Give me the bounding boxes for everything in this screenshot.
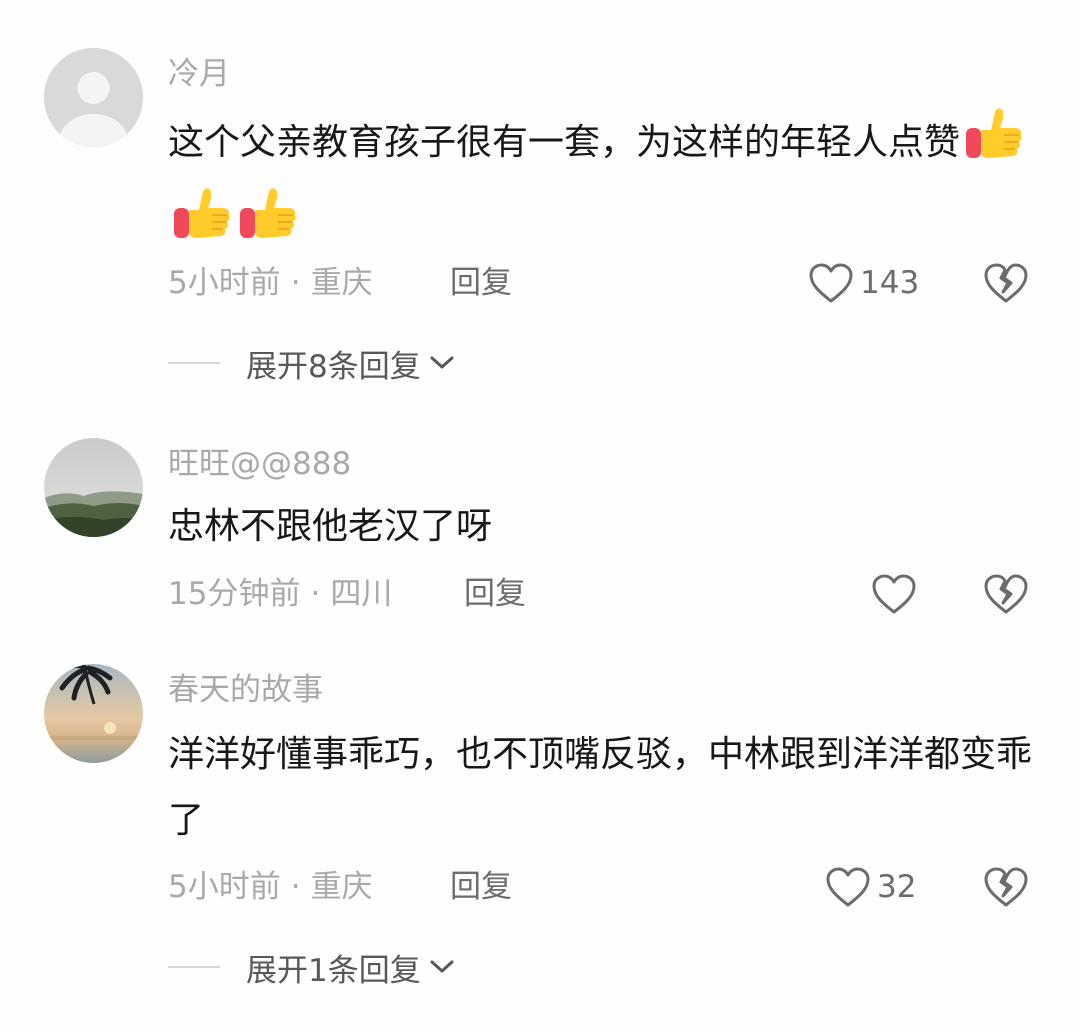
meta-separator: · — [290, 265, 301, 301]
expand-replies-label: 展开8条回复 — [246, 348, 421, 385]
comment-meta: 5小时前 · 重庆 — [168, 867, 373, 907]
comment-text: 这个父亲教育孩子很有一套，为这样的年轻人点赞 — [168, 106, 1048, 266]
heart-icon — [826, 867, 870, 907]
like-button[interactable]: 32 — [825, 862, 916, 912]
broken-heart-icon — [984, 867, 1028, 907]
reply-button[interactable]: 回复 — [450, 263, 512, 303]
heart-icon — [809, 263, 853, 303]
reply-button[interactable]: 回复 — [450, 867, 512, 907]
avatar[interactable] — [44, 664, 143, 763]
thumbs-up-icon — [964, 106, 1026, 186]
divider-line — [168, 362, 220, 364]
like-count: 32 — [877, 869, 917, 905]
like-button[interactable]: 143 — [808, 258, 919, 308]
broken-heart-icon — [984, 574, 1028, 614]
expand-replies-label: 展开1条回复 — [246, 952, 421, 989]
sunset-palm-avatar-image — [44, 664, 143, 763]
expand-replies-button[interactable]: 展开8条回复 — [168, 343, 455, 385]
timestamp: 15分钟前 — [168, 576, 301, 612]
like-count: 143 — [860, 265, 920, 301]
location: 重庆 — [310, 869, 373, 905]
divider-line — [168, 966, 220, 968]
thumbs-up-icon — [238, 186, 300, 266]
landscape-avatar-image — [44, 438, 143, 537]
like-button[interactable] — [871, 569, 923, 619]
meta-separator: · — [290, 869, 301, 905]
dislike-button[interactable] — [983, 262, 1029, 308]
avatar[interactable] — [44, 438, 143, 537]
username[interactable]: 冷月 — [168, 54, 230, 94]
comment-meta: 5小时前 · 重庆 — [168, 263, 373, 303]
comment-text: 忠林不跟他老汉了呀 — [168, 506, 493, 547]
timestamp: 5小时前 — [168, 265, 281, 301]
location: 四川 — [330, 576, 393, 612]
username[interactable]: 旺旺@@888 — [168, 444, 351, 484]
comment-text-body: 这个父亲教育孩子很有一套，为这样的年轻人点赞 — [168, 122, 961, 163]
username[interactable]: 春天的故事 — [168, 670, 323, 710]
dislike-button[interactable] — [983, 866, 1029, 912]
expand-replies-button[interactable]: 展开1条回复 — [168, 947, 455, 989]
chevron-down-icon — [430, 960, 454, 973]
comment-text: 洋洋好懂事乖巧，也不顶嘴反驳，中林跟到洋洋都变乖了 — [168, 734, 1033, 841]
broken-heart-icon — [984, 263, 1028, 303]
dislike-button[interactable] — [983, 573, 1029, 619]
comment-meta: 15分钟前 · 四川 — [168, 574, 392, 614]
location: 重庆 — [310, 265, 373, 301]
reply-button[interactable]: 回复 — [464, 574, 526, 614]
meta-separator: · — [310, 576, 321, 612]
timestamp: 5小时前 — [168, 869, 281, 905]
thumbs-up-icon — [172, 186, 234, 266]
chevron-down-icon — [430, 356, 454, 369]
default-avatar-icon — [44, 48, 143, 147]
avatar[interactable] — [44, 48, 143, 147]
heart-icon — [872, 574, 916, 614]
